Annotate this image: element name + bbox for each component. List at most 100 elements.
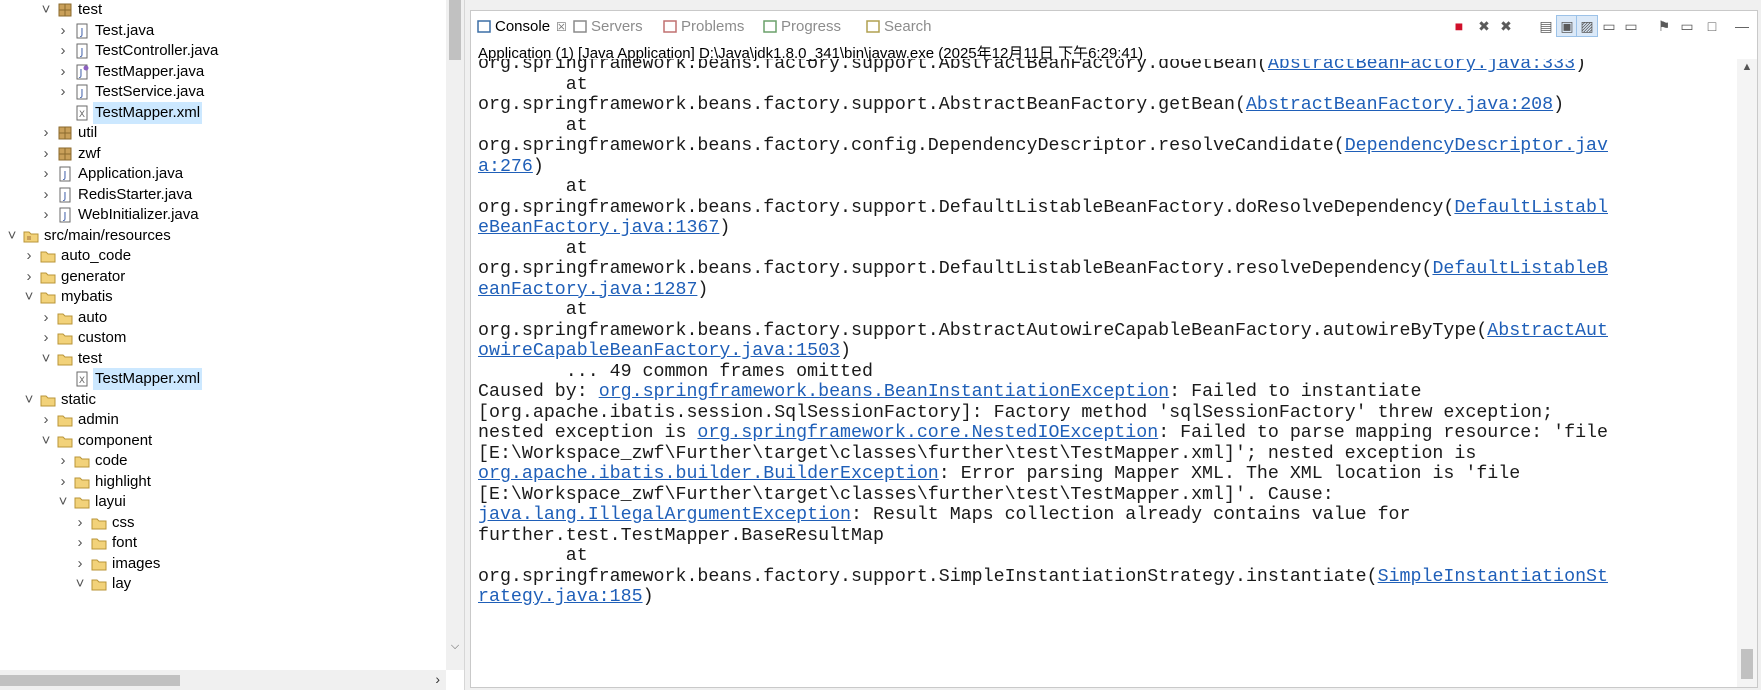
console-text: : Failed to parse mapping resource: 'fil…: [1158, 423, 1608, 443]
console-vertical-scrollbar[interactable]: ▲: [1737, 59, 1757, 687]
remove-launch-icon[interactable]: ✖: [1474, 16, 1494, 36]
tab-progress[interactable]: Progress: [763, 17, 841, 37]
console-vertical-scroll-thumb[interactable]: [1741, 649, 1753, 679]
svg-text:J: J: [63, 211, 67, 222]
console-text: ): [1575, 59, 1587, 74]
stacktrace-link[interactable]: org.apache.ibatis.builder.BuilderExcepti…: [478, 464, 939, 484]
chevron-down-icon[interactable]: ˅: [40, 430, 52, 452]
tab-servers[interactable]: Servers: [573, 17, 643, 37]
java-file-icon: J: [74, 84, 90, 100]
chevron-right-icon[interactable]: ›: [57, 450, 69, 472]
chevron-right-icon[interactable]: ›: [57, 81, 69, 103]
open-console-icon[interactable]: □: [1702, 16, 1722, 36]
chevron-right-icon[interactable]: ›: [57, 61, 69, 83]
stacktrace-link[interactable]: owireCapableBeanFactory.java:1503: [478, 341, 840, 361]
java-interface-file-icon: J: [74, 64, 90, 80]
chevron-down-icon[interactable]: ˅: [57, 491, 69, 513]
word-wrap-icon[interactable]: ▨: [1576, 15, 1598, 37]
stacktrace-link[interactable]: SimpleInstantiationSt: [1378, 567, 1608, 587]
chevron-right-icon[interactable]: ›: [40, 122, 52, 144]
svg-text:J: J: [80, 88, 84, 99]
stacktrace-link[interactable]: org.springframework.beans.BeanInstantiat…: [599, 382, 1169, 402]
folder-icon: [57, 433, 73, 449]
console-text: org.springframework.beans.factory.config…: [478, 136, 1345, 156]
chevron-right-icon[interactable]: ›: [23, 245, 35, 267]
tab-label: Console: [495, 18, 551, 35]
pin-console-icon[interactable]: ⚑: [1654, 16, 1674, 36]
chevron-right-icon[interactable]: ›: [74, 512, 86, 534]
stacktrace-link[interactable]: AbstractAut: [1487, 321, 1608, 341]
chevron-right-icon[interactable]: ›: [40, 409, 52, 431]
console-output[interactable]: org.springframework.beans.factory.suppor…: [478, 59, 1728, 685]
stacktrace-link[interactable]: a:276: [478, 157, 533, 177]
chevron-down-icon[interactable]: ˅: [23, 389, 35, 411]
stacktrace-link[interactable]: DependencyDescriptor.jav: [1345, 136, 1608, 156]
scroll-up-arrow-icon[interactable]: ▲: [1737, 61, 1757, 73]
chevron-right-icon[interactable]: ›: [40, 327, 52, 349]
console-line: rategy.java:185): [478, 586, 654, 609]
scroll-lock-icon[interactable]: ▣: [1556, 15, 1578, 37]
console-text: org.springframework.beans.factory.suppor…: [478, 259, 1433, 279]
stacktrace-link[interactable]: eanFactory.java:1287: [478, 280, 697, 300]
console-view: Console ☒ Servers Problems Progress Search ■ ✖…: [470, 10, 1758, 688]
chevron-right-icon[interactable]: ›: [57, 40, 69, 62]
scroll-right-arrow-icon[interactable]: ›: [435, 671, 440, 687]
explorer-horizontal-scroll-thumb[interactable]: [0, 675, 180, 686]
show-on-stdout-icon[interactable]: ▭: [1599, 16, 1619, 36]
stacktrace-link[interactable]: DefaultListabl: [1454, 198, 1608, 218]
minimize-icon[interactable]: —: [1732, 16, 1752, 36]
console-text: at: [478, 300, 588, 320]
close-icon[interactable]: ☒: [556, 20, 567, 34]
tab-search[interactable]: Search: [866, 17, 932, 37]
tab-label: Progress: [781, 18, 842, 35]
folder-icon: [40, 269, 56, 285]
console-line: org.springframework.beans.factory.suppor…: [478, 59, 1586, 76]
chevron-right-icon[interactable]: ›: [40, 184, 52, 206]
chevron-right-icon[interactable]: ›: [40, 143, 52, 165]
tree-item-label: lay: [112, 575, 132, 592]
chevron-right-icon[interactable]: ›: [40, 307, 52, 329]
explorer-vertical-scrollbar[interactable]: ⌵: [446, 0, 464, 670]
stacktrace-link[interactable]: DefaultListableB: [1432, 259, 1608, 279]
tree-item-label: layui: [95, 493, 126, 510]
explorer-vertical-scroll-thumb[interactable]: [449, 0, 461, 60]
maximize-icon[interactable]: □: [1757, 16, 1761, 36]
chevron-right-icon[interactable]: ›: [40, 204, 52, 226]
clear-console-icon[interactable]: ▤: [1536, 16, 1556, 36]
stacktrace-link[interactable]: AbstractBeanFactory.java:333: [1268, 59, 1575, 74]
chevron-right-icon[interactable]: ›: [74, 532, 86, 554]
explorer-horizontal-scrollbar[interactable]: ›: [0, 670, 446, 690]
show-on-stderr-icon[interactable]: ▭: [1621, 16, 1641, 36]
chevron-right-icon[interactable]: ›: [40, 163, 52, 185]
stacktrace-link[interactable]: AbstractBeanFactory.java:208: [1246, 95, 1553, 115]
tab-problems[interactable]: Problems: [663, 17, 744, 37]
stacktrace-link[interactable]: org.springframework.core.NestedIOExcepti…: [697, 423, 1158, 443]
remove-all-launches-icon[interactable]: ✖: [1496, 16, 1516, 36]
stacktrace-link[interactable]: java.lang.IllegalArgumentException: [478, 505, 851, 525]
tree-item-label: RedisStarter.java: [78, 185, 193, 203]
display-console-icon[interactable]: ▭: [1677, 16, 1697, 36]
scroll-down-arrow-icon[interactable]: ⌵: [446, 640, 464, 653]
console-text: at: [478, 238, 588, 259]
tree-item-label: code: [95, 452, 128, 469]
chevron-right-icon[interactable]: ›: [57, 471, 69, 493]
folder-icon: [57, 351, 73, 367]
chevron-right-icon[interactable]: ›: [74, 553, 86, 575]
chevron-down-icon[interactable]: ˅: [6, 225, 18, 247]
stacktrace-link[interactable]: eBeanFactory.java:1367: [478, 218, 719, 238]
tab-console[interactable]: Console ☒: [477, 17, 567, 37]
svg-text:X: X: [79, 376, 85, 386]
chevron-down-icon[interactable]: ˅: [40, 0, 52, 21]
tree-item-label: WebInitializer.java: [78, 206, 199, 223]
tree-item-label: custom: [78, 329, 127, 346]
folder-icon: [40, 248, 56, 264]
console-text: ): [1553, 95, 1565, 115]
chevron-right-icon[interactable]: ›: [23, 266, 35, 288]
chevron-down-icon[interactable]: ˅: [23, 286, 35, 308]
stacktrace-link[interactable]: rategy.java:185: [478, 587, 643, 607]
chevron-right-icon[interactable]: ›: [57, 20, 69, 42]
chevron-down-icon[interactable]: ˅: [74, 573, 86, 595]
chevron-down-icon[interactable]: ˅: [40, 348, 52, 370]
console-text: org.springframework.beans.factory.suppor…: [478, 95, 1246, 115]
terminate-icon[interactable]: ■: [1449, 16, 1469, 36]
